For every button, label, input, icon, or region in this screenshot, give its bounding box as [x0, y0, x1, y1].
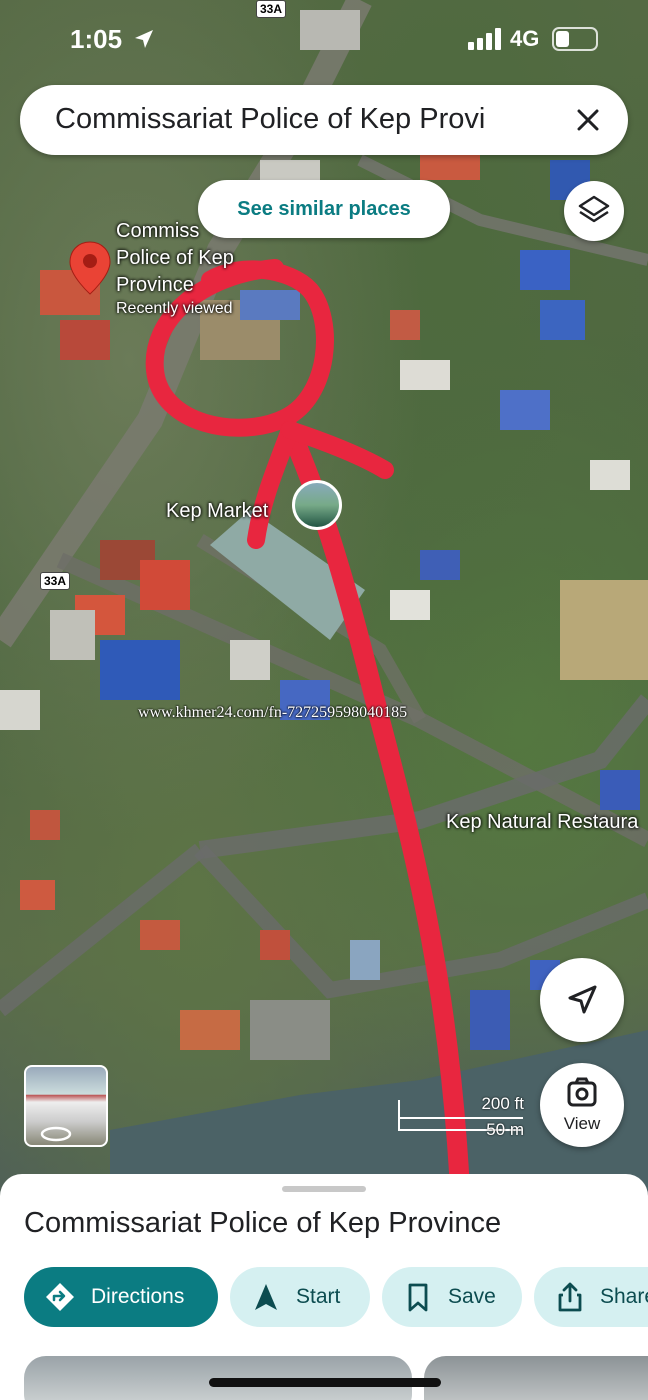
share-button[interactable]: Share: [534, 1267, 648, 1327]
directions-icon: [46, 1283, 74, 1311]
signal-icon: [468, 28, 501, 50]
view-button[interactable]: View: [540, 1063, 624, 1147]
search-query[interactable]: Commissariat Police of Kep Provi: [55, 103, 525, 136]
save-button[interactable]: Save: [382, 1267, 522, 1327]
share-label: Share: [600, 1285, 648, 1308]
camera-scan-icon: [567, 1077, 597, 1107]
place-title: Commissariat Police of Kep Province: [24, 1207, 502, 1239]
place-bottom-sheet[interactable]: Commissariat Police of Kep Province Dire…: [0, 1174, 648, 1400]
location-arrow-icon: [135, 30, 153, 48]
pin-sublabel: Recently viewed: [116, 300, 233, 317]
navigation-start-icon: [255, 1284, 277, 1310]
layers-icon: [578, 195, 610, 223]
place-photo-card[interactable]: [424, 1356, 648, 1400]
status-bar: 1:05 4G: [0, 18, 648, 58]
market-photo-marker[interactable]: [292, 480, 342, 530]
map-scale: 200 ft 50 m: [395, 1090, 530, 1140]
directions-label: Directions: [91, 1285, 185, 1308]
status-time: 1:05: [70, 24, 123, 54]
battery-icon: [552, 27, 598, 51]
scale-ft: 200 ft: [481, 1094, 524, 1113]
restaurant-label[interactable]: Kep Natural Restaura: [446, 809, 638, 836]
navigation-arrow-icon: [568, 985, 597, 1014]
search-box[interactable]: Commissariat Police of Kep Provi: [20, 85, 628, 155]
close-icon[interactable]: [566, 98, 610, 142]
layers-button[interactable]: [564, 181, 624, 241]
my-location-button[interactable]: [540, 958, 624, 1042]
rotate-360-icon: [40, 1126, 72, 1142]
directions-button[interactable]: Directions: [24, 1267, 218, 1327]
road-shield: 33A: [40, 572, 71, 590]
road-shield: 33A: [256, 0, 287, 18]
network-type: 4G: [510, 26, 540, 51]
place-pin-icon[interactable]: [68, 240, 112, 296]
share-icon: [558, 1282, 582, 1312]
bookmark-icon: [408, 1283, 428, 1312]
scale-m: 50 m: [486, 1120, 524, 1139]
start-label: Start: [296, 1285, 341, 1308]
sheet-drag-handle[interactable]: [282, 1186, 366, 1192]
view-label: View: [563, 1114, 601, 1133]
market-label[interactable]: Kep Market: [166, 498, 268, 525]
see-similar-places-button[interactable]: See similar places: [198, 180, 450, 238]
street-view-thumbnail[interactable]: [24, 1065, 108, 1147]
start-button[interactable]: Start: [230, 1267, 370, 1327]
watermark: www.khmer24.com/fn-727259598040185: [138, 704, 408, 721]
home-indicator[interactable]: [209, 1378, 441, 1387]
save-label: Save: [448, 1285, 496, 1308]
